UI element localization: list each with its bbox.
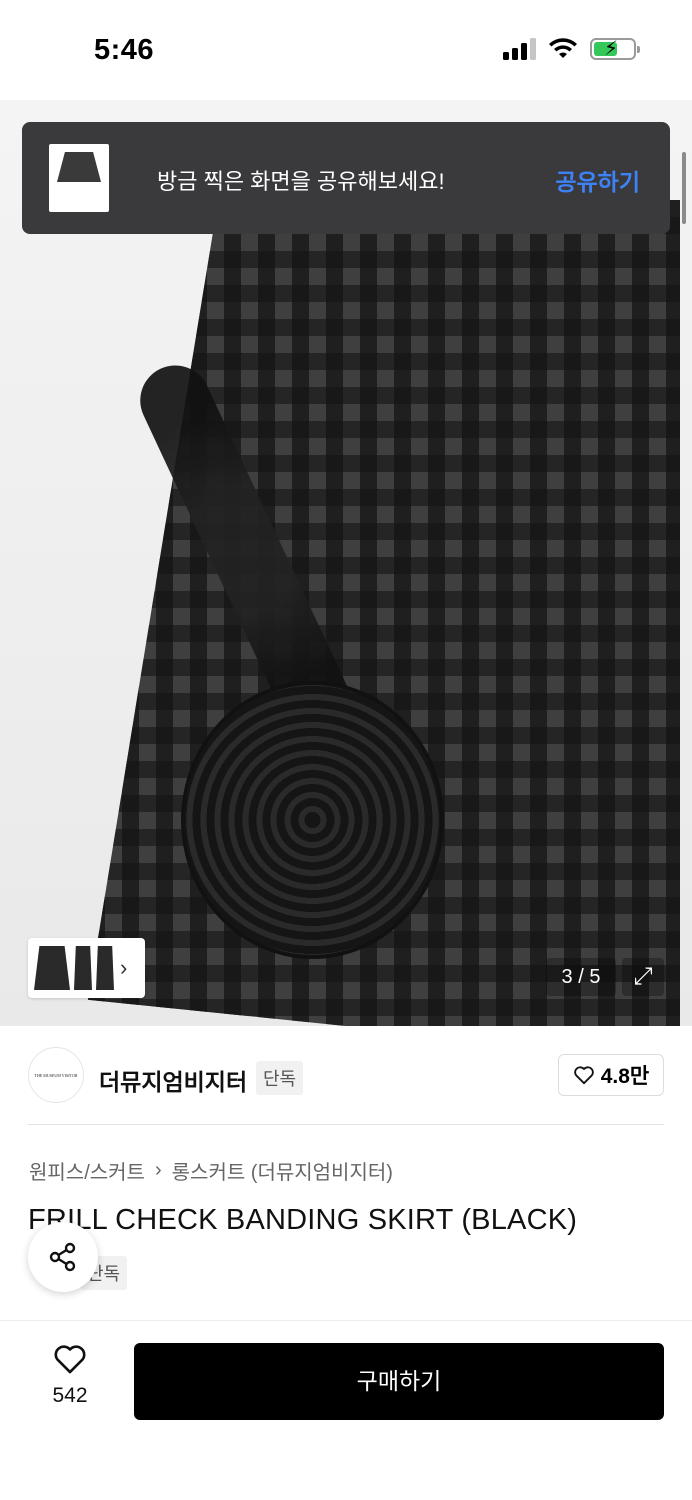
brand-row[interactable]: THE MUSEUM VISITOR 더뮤지엄비지터 단독 4.8만: [0, 1026, 692, 1126]
share-icon: [49, 1242, 76, 1272]
chevron-right-icon: ›: [154, 1159, 162, 1181]
status-bar: 5:46 ⚡: [0, 0, 692, 100]
brand-like-button[interactable]: 4.8만: [558, 1054, 664, 1096]
expand-icon: ⤢: [633, 963, 653, 990]
brand-logo[interactable]: THE MUSEUM VISITOR: [28, 1047, 84, 1103]
thumbnail-image: [34, 946, 70, 990]
divider: [28, 1124, 664, 1125]
image-thumbnails-button[interactable]: ›: [28, 938, 145, 998]
buy-button[interactable]: 구매하기: [134, 1343, 664, 1420]
brand-name[interactable]: 더뮤지엄비지터: [99, 1063, 247, 1097]
brand-logo-text: THE MUSEUM VISITOR: [34, 1073, 78, 1078]
heart-icon: [573, 1066, 594, 1085]
wifi-icon: [549, 38, 577, 58]
status-time: 5:46: [94, 34, 155, 66]
share-action-button[interactable]: 공유하기: [555, 163, 640, 197]
wishlist-button[interactable]: 542: [30, 1343, 110, 1408]
chevron-right-icon: ›: [120, 955, 128, 980]
screenshot-thumbnail[interactable]: [49, 144, 109, 212]
image-counter: 3 / 5: [546, 958, 616, 996]
expand-button[interactable]: ⤢: [622, 958, 664, 996]
thumbnail-image: [96, 946, 114, 990]
breadcrumb: 원피스/스커트 › 롱스커트 (더뮤지엄비지터): [29, 1156, 393, 1185]
share-toast: 방금 찍은 화면을 공유해보세요! 공유하기: [22, 122, 670, 234]
breadcrumb-category[interactable]: 원피스/스커트: [29, 1156, 145, 1185]
brand-like-count: 4.8만: [600, 1065, 650, 1088]
product-title: FRILL CHECK BANDING SKIRT (BLACK): [28, 1204, 578, 1236]
heart-icon: [54, 1345, 86, 1374]
bottom-action-bar: 542 구매하기: [0, 1320, 692, 1500]
frill-flower-decoration: [185, 685, 440, 955]
share-button[interactable]: [28, 1222, 98, 1292]
thumbnail-image: [74, 946, 92, 990]
scrollbar[interactable]: [682, 152, 686, 224]
battery-charging-icon: ⚡: [590, 38, 640, 60]
toast-message: 방금 찍은 화면을 공유해보세요!: [157, 169, 445, 194]
exclusive-badge: 단독: [256, 1061, 304, 1095]
status-icons: ⚡: [503, 38, 640, 60]
product-image-carousel[interactable]: › 3 / 5 ⤢: [0, 100, 692, 1026]
wishlist-count: 542: [52, 1384, 88, 1407]
cellular-signal-icon: [503, 38, 536, 60]
breadcrumb-subcategory[interactable]: 롱스커트 (더뮤지엄비지터): [172, 1156, 393, 1185]
